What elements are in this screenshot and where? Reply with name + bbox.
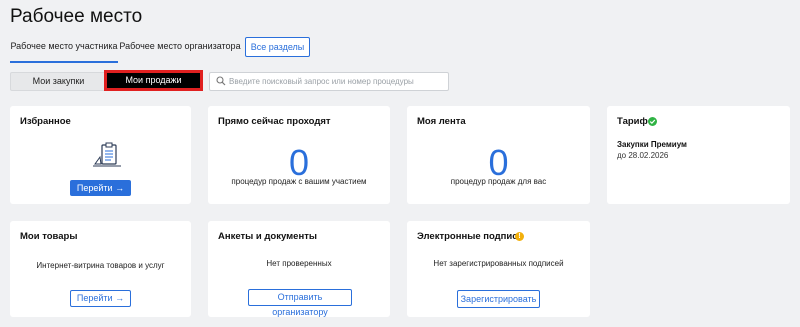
my-feed-card: Моя лента 0 процедур продаж для вас <box>407 106 590 204</box>
tab-organizer-workspace[interactable]: Рабочее место организатора <box>118 37 242 61</box>
register-signature-button[interactable]: Зарегистрировать <box>457 290 540 308</box>
e-signatures-text: Нет зарегистрированных подписей <box>433 259 564 268</box>
page-title: Рабочее место <box>10 6 143 27</box>
live-now-caption: процедур продаж с вашим участием <box>231 177 367 186</box>
live-now-title: Прямо сейчас проходят <box>218 116 331 127</box>
forms-documents-text: Нет проверенных <box>266 259 332 268</box>
my-feed-caption: процедур продаж для вас <box>450 177 547 186</box>
my-goods-card: Мои товары Интернет-витрина товаров и ус… <box>10 221 191 317</box>
favorites-go-button[interactable]: Перейти → <box>70 180 131 196</box>
tariff-until: до 28.02.2026 <box>617 151 669 160</box>
tab-participant-workspace[interactable]: Рабочее место участника <box>10 37 118 63</box>
my-purchases-toggle[interactable]: Мои закупки <box>10 72 107 91</box>
forms-documents-card: Анкеты и документы Нет проверенных Отпра… <box>208 221 390 317</box>
all-sections-button[interactable]: Все разделы <box>245 37 310 57</box>
favorites-card: Избранное Перейти → <box>10 106 191 204</box>
forms-documents-title: Анкеты и документы <box>218 231 317 242</box>
warning-icon: ! <box>515 232 524 241</box>
send-to-organizer-button[interactable]: Отправить организатору <box>248 289 352 317</box>
my-goods-title: Мои товары <box>20 231 78 242</box>
tariff-card: Тариф Закупки Премиум до 28.02.2026 <box>607 106 790 204</box>
search-box <box>209 72 449 91</box>
e-signatures-title: Электронные подписи <box>417 231 524 242</box>
my-goods-text: Интернет-витрина товаров и услуг <box>36 261 165 270</box>
my-sales-toggle[interactable]: Мои продажи <box>104 70 203 91</box>
my-sales-label: Мои продажи <box>107 73 200 88</box>
tariff-title: Тариф <box>617 116 648 127</box>
clipboard-icon <box>93 142 121 167</box>
e-signatures-card: Электронные подписи ! Нет зарегистрирова… <box>407 221 590 317</box>
my-feed-title: Моя лента <box>417 116 466 127</box>
favorites-title: Избранное <box>20 116 71 127</box>
live-now-card: Прямо сейчас проходят 0 процедур продаж … <box>208 106 390 204</box>
tariff-plan: Закупки Премиум <box>617 140 687 149</box>
check-circle-icon <box>648 117 657 126</box>
search-input[interactable] <box>229 74 443 88</box>
my-goods-go-button[interactable]: Перейти → <box>70 290 131 307</box>
search-icon <box>216 76 226 86</box>
